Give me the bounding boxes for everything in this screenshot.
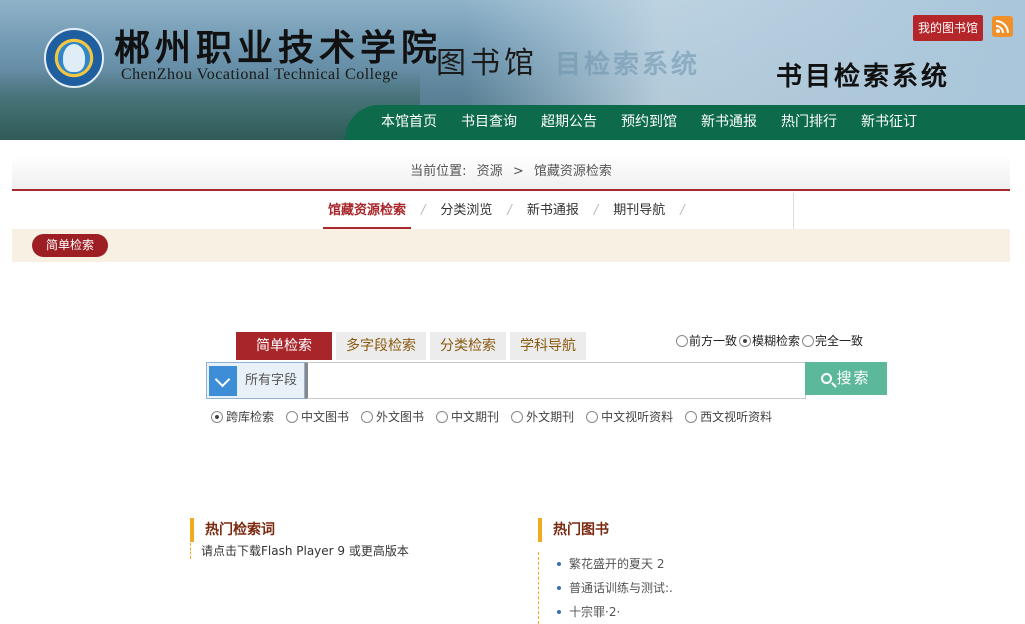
hot-terms-panel: 热门检索词 请点击下载Flash Player 9 或更高版本 xyxy=(190,518,409,559)
tab-divider: / xyxy=(593,203,599,218)
college-name-en: ChenZhou Vocational Technical College xyxy=(121,66,399,83)
system-title: 书目检索系统 xyxy=(776,62,951,92)
ghost-title: 目检索系统 xyxy=(555,50,701,80)
db-option-cn-av[interactable]: 中文视听资料 xyxy=(586,408,673,425)
nav-item-catalog[interactable]: 书目查询 xyxy=(461,105,517,140)
match-option-exact[interactable]: 完全一致 xyxy=(802,332,863,349)
db-option-foreign-books[interactable]: 外文图书 xyxy=(361,408,424,425)
header-banner: 郴州职业技术学院 ChenZhou Vocational Technical C… xyxy=(0,0,1025,140)
resource-tabs: 馆藏资源检索 / 分类浏览 / 新书通报 / 期刊导航 / xyxy=(12,193,1010,229)
search-mode-bar: 简单检索 xyxy=(12,229,1010,262)
college-logo-icon xyxy=(44,28,104,88)
radio-icon[interactable] xyxy=(685,410,698,423)
breadcrumb-current: 馆藏资源检索 xyxy=(533,164,612,179)
database-options: 跨库检索 中文图书 外文图书 中文期刊 外文期刊 中文视听资料 西文视听资料 xyxy=(211,408,784,425)
radio-icon[interactable] xyxy=(286,410,299,423)
radio-icon[interactable] xyxy=(511,410,524,423)
search-button[interactable]: 搜索 xyxy=(805,362,887,395)
search-tab-multi-field[interactable]: 多字段检索 xyxy=(336,332,426,360)
nav-item-ranking[interactable]: 热门排行 xyxy=(781,105,837,140)
library-name: 图书馆 xyxy=(436,46,538,81)
flash-notice[interactable]: 请点击下载Flash Player 9 或更高版本 xyxy=(190,543,409,559)
db-option-western-av[interactable]: 西文视听资料 xyxy=(685,408,772,425)
nav-item-overdue[interactable]: 超期公告 xyxy=(541,105,597,140)
match-option-fuzzy[interactable]: 模糊检索 xyxy=(739,332,800,349)
radio-icon[interactable] xyxy=(739,334,752,347)
college-name-cn: 郴州职业技术学院 xyxy=(114,27,443,69)
chevron-down-icon[interactable] xyxy=(209,366,237,396)
db-option-cn-journals[interactable]: 中文期刊 xyxy=(436,408,499,425)
field-select-value: 所有字段 xyxy=(245,373,298,388)
my-library-button[interactable]: 我的图书馆 xyxy=(913,15,984,41)
search-tab-subject[interactable]: 学科导航 xyxy=(510,332,586,360)
field-select[interactable]: 所有字段 xyxy=(206,362,305,399)
list-item[interactable]: 十宗罪·2· xyxy=(557,600,673,624)
tab-collection-search[interactable]: 馆藏资源检索 xyxy=(323,193,412,229)
radio-icon[interactable] xyxy=(676,334,688,347)
nav-item-new-books[interactable]: 新书通报 xyxy=(701,105,757,140)
nav-item-book-order[interactable]: 新书征订 xyxy=(861,105,917,140)
tab-new-books[interactable]: 新书通报 xyxy=(522,193,584,229)
hot-books-title: 热门图书 xyxy=(538,518,673,542)
nav-item-home[interactable]: 本馆首页 xyxy=(381,105,437,140)
hot-books-panel: 热门图书 繁花盛开的夏天 2 普通话训练与测试:. 十宗罪·2· xyxy=(538,518,673,624)
list-item[interactable]: 繁花盛开的夏天 2 xyxy=(557,552,673,576)
search-input[interactable] xyxy=(305,362,806,399)
search-tab-category[interactable]: 分类检索 xyxy=(430,332,506,360)
db-option-cross[interactable]: 跨库检索 xyxy=(211,408,274,425)
breadcrumb-separator: > xyxy=(512,164,524,179)
radio-icon[interactable] xyxy=(586,410,599,423)
hot-books-list: 繁花盛开的夏天 2 普通话训练与测试:. 十宗罪·2· xyxy=(538,552,673,624)
search-icon xyxy=(821,373,833,384)
tab-category-browse[interactable]: 分类浏览 xyxy=(435,193,497,229)
breadcrumb: 当前位置: 资源 > 馆藏资源检索 xyxy=(12,155,1010,191)
radio-icon[interactable] xyxy=(211,410,223,423)
match-option-prefix[interactable]: 前方一致 xyxy=(676,332,737,349)
radio-icon[interactable] xyxy=(802,334,815,347)
hot-terms-title: 热门检索词 xyxy=(190,518,409,542)
list-item[interactable]: 普通话训练与测试:. xyxy=(557,576,673,600)
tab-divider: / xyxy=(680,203,685,218)
tab-divider: / xyxy=(507,203,512,218)
match-mode-options: 前方一致 模糊检索 完全一致 xyxy=(676,332,865,349)
search-tab-simple[interactable]: 简单检索 xyxy=(236,332,332,360)
nav-item-reservation[interactable]: 预约到馆 xyxy=(621,105,677,140)
db-option-cn-books[interactable]: 中文图书 xyxy=(286,408,349,425)
search-type-tabs: 简单检索 多字段检索 分类检索 学科导航 xyxy=(236,332,590,360)
tab-divider: / xyxy=(421,203,426,218)
breadcrumb-resource[interactable]: 资源 xyxy=(477,164,503,179)
tab-journal-nav[interactable]: 期刊导航 xyxy=(608,193,670,229)
db-option-foreign-journals[interactable]: 外文期刊 xyxy=(511,408,574,425)
main-nav: 本馆首页 书目查询 超期公告 预约到馆 新书通报 热门排行 新书征订 xyxy=(345,105,1025,140)
rss-icon[interactable] xyxy=(992,16,1013,37)
radio-icon[interactable] xyxy=(436,410,449,423)
breadcrumb-prefix: 当前位置: xyxy=(410,164,467,179)
radio-icon[interactable] xyxy=(361,410,374,423)
simple-search-pill[interactable]: 简单检索 xyxy=(32,234,109,257)
tabbar-divider xyxy=(793,193,794,229)
